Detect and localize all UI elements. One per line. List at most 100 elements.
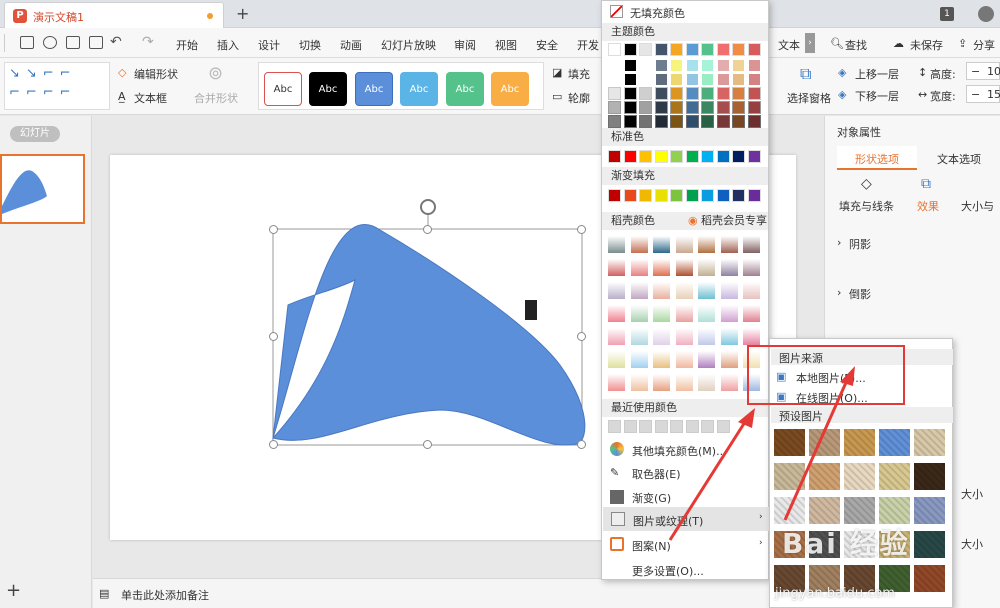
menu-home[interactable]: 开始 <box>176 37 198 53</box>
undo-icon[interactable]: ↶ <box>110 34 122 50</box>
theme-tint-swatch[interactable] <box>747 59 761 72</box>
theme-tint-swatch[interactable] <box>732 73 745 86</box>
theme-tint-swatch[interactable] <box>685 101 699 114</box>
resize-handle[interactable] <box>269 225 278 234</box>
gradient-swatch[interactable] <box>701 189 714 202</box>
gradient-swatch[interactable] <box>747 189 761 202</box>
resize-handle[interactable] <box>577 225 586 234</box>
theme-tint-swatch[interactable] <box>732 87 745 100</box>
daoke-color-swatch[interactable] <box>630 282 648 299</box>
daoke-color-swatch[interactable] <box>653 328 670 345</box>
theme-tint-swatch[interactable] <box>670 87 683 100</box>
resize-handle[interactable] <box>423 225 432 234</box>
preset-texture-swatch[interactable] <box>914 497 945 524</box>
theme-color-swatch[interactable] <box>639 43 652 56</box>
theme-color-swatch[interactable] <box>701 43 714 56</box>
theme-tint-swatch[interactable] <box>654 59 668 72</box>
tab-text-options[interactable]: 文本选项 <box>937 151 981 167</box>
daoke-color-swatch[interactable] <box>698 305 715 322</box>
menu-transitions[interactable]: 切换 <box>299 37 321 53</box>
preset-texture-swatch[interactable] <box>914 429 945 456</box>
daoke-color-swatch[interactable] <box>675 259 693 276</box>
theme-tint-swatch[interactable] <box>608 115 621 128</box>
subtab-fill-line[interactable]: 填充与线条 <box>839 198 894 214</box>
standard-color-swatch[interactable] <box>623 150 637 163</box>
print-icon[interactable] <box>66 36 80 49</box>
daoke-color-swatch[interactable] <box>630 374 648 391</box>
daoke-color-swatch[interactable] <box>608 374 625 391</box>
height-input[interactable]: −10 <box>966 62 1000 80</box>
slide-thumbnail[interactable] <box>0 154 85 224</box>
textbox-button[interactable]: 文本框 <box>134 90 167 106</box>
daoke-color-swatch[interactable] <box>653 236 670 253</box>
theme-tint-swatch[interactable] <box>732 101 745 114</box>
menu-slideshow[interactable]: 幻灯片放映 <box>381 37 436 53</box>
select-pane-button[interactable]: 选择窗格 <box>787 90 831 106</box>
preset-texture-swatch[interactable] <box>914 463 945 490</box>
theme-tint-swatch[interactable] <box>701 115 714 128</box>
daoke-color-swatch[interactable] <box>743 259 760 276</box>
chevron-right-icon[interactable]: › <box>805 33 815 53</box>
standard-color-swatch[interactable] <box>716 150 730 163</box>
daoke-color-swatch[interactable] <box>698 236 715 253</box>
theme-tint-swatch[interactable] <box>608 87 621 100</box>
resize-handle[interactable] <box>423 440 432 449</box>
theme-tint-swatch[interactable] <box>685 59 699 72</box>
connector-gallery[interactable]: ↘↘⌐⌐ ⌐⌐⌐⌐ <box>4 62 110 110</box>
save-status[interactable]: 未保存 <box>910 37 943 53</box>
no-fill-option[interactable]: 无填充颜色 <box>630 5 685 21</box>
theme-tint-swatch[interactable] <box>747 87 761 100</box>
theme-color-swatch[interactable] <box>732 43 745 56</box>
theme-color-swatch[interactable] <box>685 43 699 56</box>
theme-tint-swatch[interactable] <box>670 73 683 86</box>
row-reflection[interactable]: 倒影 <box>849 286 871 302</box>
theme-color-swatch[interactable] <box>608 43 621 56</box>
rotate-handle-icon[interactable] <box>420 199 436 215</box>
theme-tint-swatch[interactable] <box>701 59 714 72</box>
standard-color-swatch[interactable] <box>732 150 745 163</box>
daoke-color-swatch[interactable] <box>630 259 648 276</box>
standard-color-swatch[interactable] <box>685 150 699 163</box>
window-count-badge[interactable]: 1 <box>940 7 954 21</box>
gradient-swatch[interactable] <box>654 189 668 202</box>
theme-tint-swatch[interactable] <box>747 73 761 86</box>
tab-shape-options[interactable]: 形状选项 <box>837 146 917 170</box>
style-option-2[interactable]: Abc <box>309 72 347 106</box>
daoke-color-swatch[interactable] <box>720 259 738 276</box>
slides-tab[interactable]: 幻灯片 <box>10 126 60 142</box>
theme-tint-swatch[interactable] <box>685 87 699 100</box>
notes-placeholder[interactable]: 单击此处添加备注 <box>121 587 209 603</box>
style-option-3[interactable]: Abc <box>355 72 393 106</box>
fill-button[interactable]: 填充 <box>568 66 590 82</box>
theme-tint-swatch[interactable] <box>623 101 637 114</box>
preset-texture-swatch[interactable] <box>914 565 945 592</box>
more-settings-option[interactable]: 更多设置(O)... <box>632 563 704 579</box>
daoke-color-swatch[interactable] <box>698 328 715 345</box>
daoke-color-swatch[interactable] <box>743 305 760 322</box>
search-icon[interactable]: 🔍︎ <box>830 37 844 50</box>
resize-handle[interactable] <box>577 332 586 341</box>
daoke-color-swatch[interactable] <box>608 305 625 322</box>
standard-color-swatch[interactable] <box>701 150 714 163</box>
theme-tint-swatch[interactable] <box>670 59 683 72</box>
width-input[interactable]: −15 <box>966 85 1000 103</box>
standard-color-swatch[interactable] <box>670 150 683 163</box>
redo-icon[interactable]: ↷ <box>142 34 154 50</box>
theme-tint-swatch[interactable] <box>654 87 668 100</box>
theme-tint-swatch[interactable] <box>732 115 745 128</box>
daoke-color-swatch[interactable] <box>608 328 625 345</box>
cloud-icon[interactable] <box>43 36 57 49</box>
theme-tint-swatch[interactable] <box>639 59 652 72</box>
theme-color-swatch[interactable] <box>654 43 668 56</box>
row-shadow[interactable]: 阴影 <box>849 236 871 252</box>
gradient-swatch[interactable] <box>670 189 683 202</box>
merge-shape-button[interactable]: 合并形状 <box>194 90 238 106</box>
gradient-swatch[interactable] <box>639 189 652 202</box>
theme-tint-swatch[interactable] <box>608 59 621 72</box>
daoke-color-swatch[interactable] <box>720 282 738 299</box>
theme-tint-swatch[interactable] <box>654 101 668 114</box>
menu-developer[interactable]: 开发 <box>577 37 599 53</box>
daoke-color-swatch[interactable] <box>720 328 738 345</box>
standard-color-swatch[interactable] <box>639 150 652 163</box>
daoke-color-swatch[interactable] <box>743 236 760 253</box>
